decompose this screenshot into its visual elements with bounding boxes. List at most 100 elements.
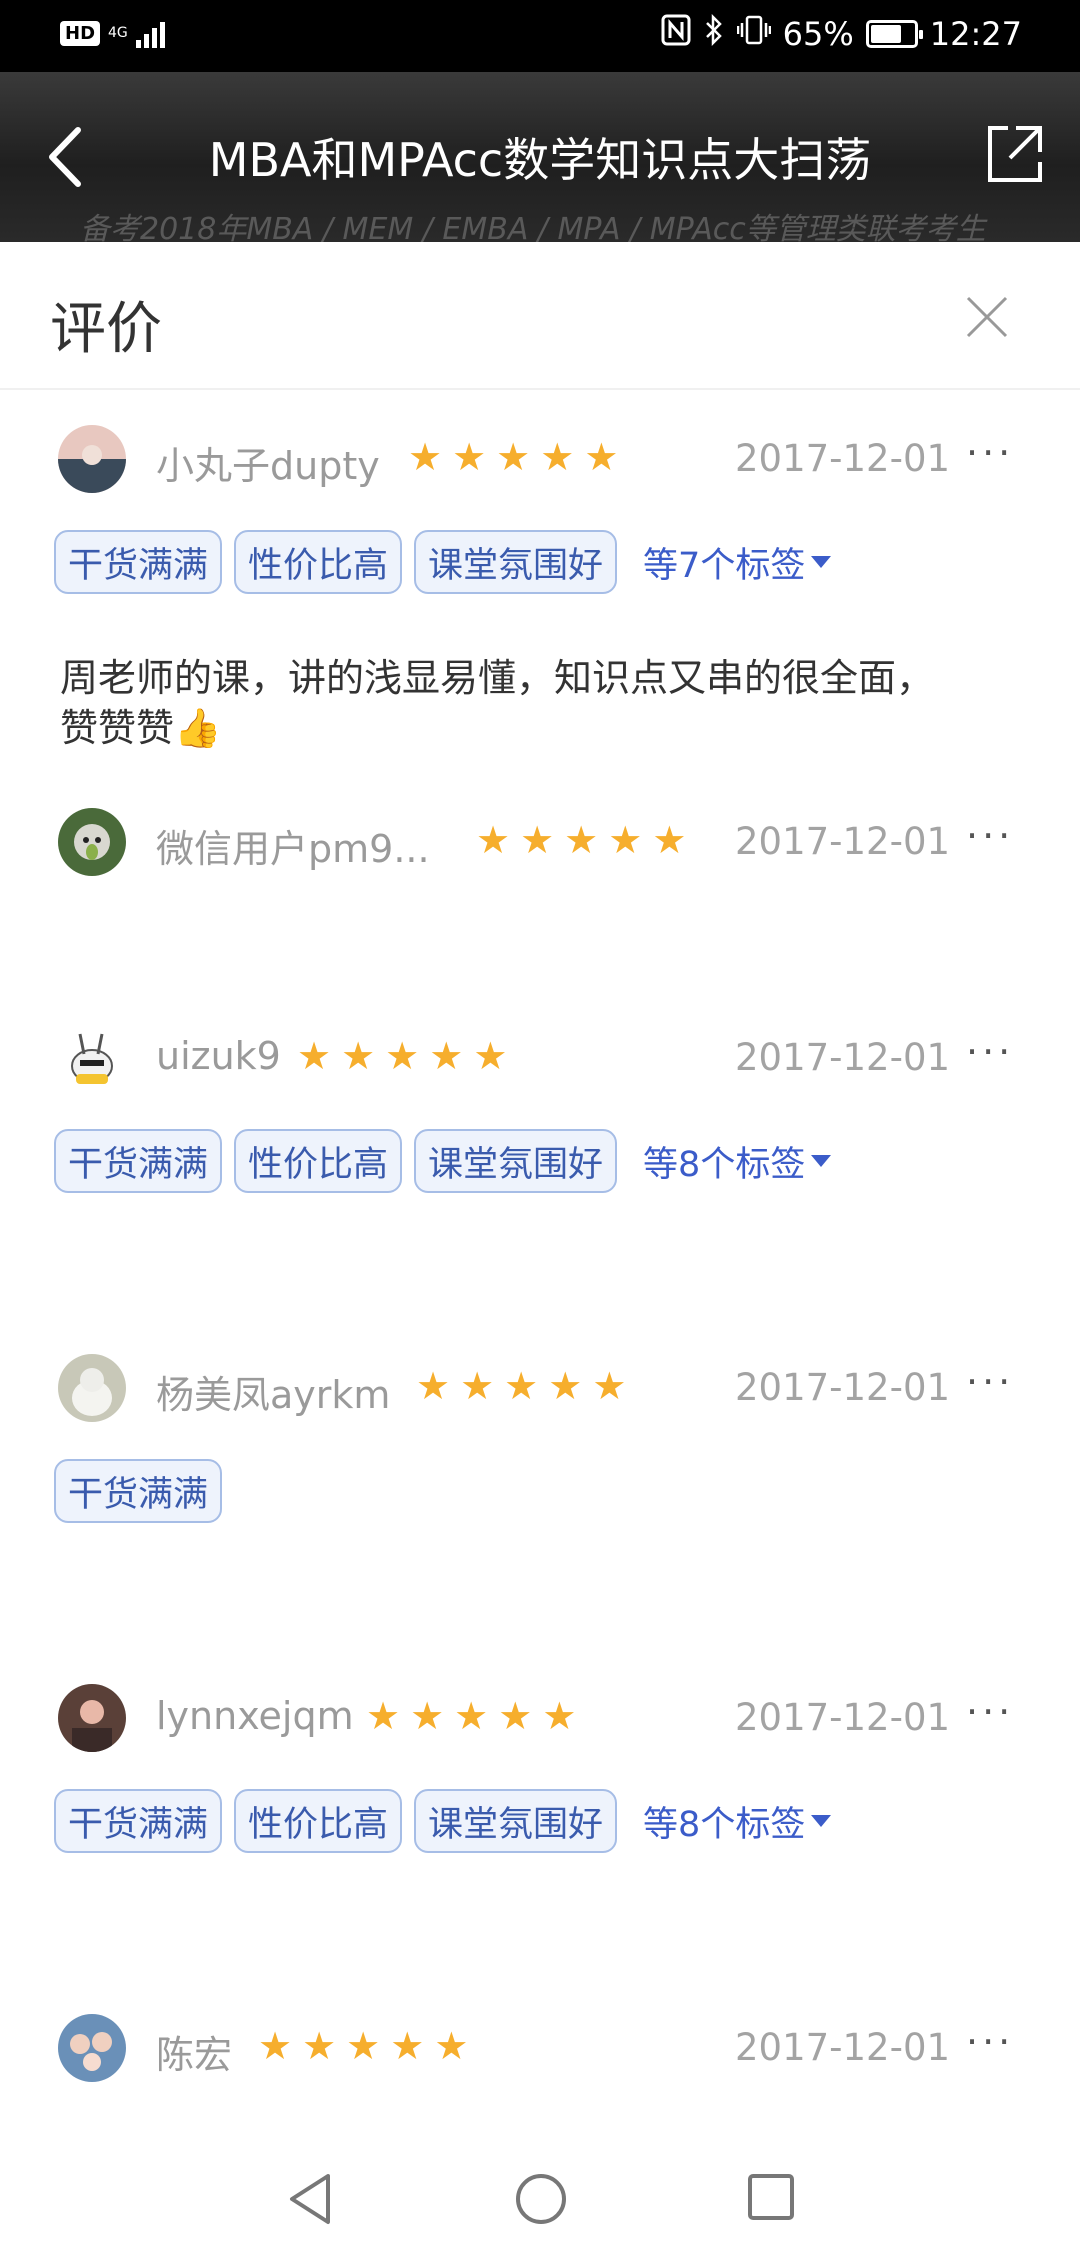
star-icon: ★ [584,435,619,479]
more-options-button[interactable]: ··· [966,1360,1014,1404]
tag: 课堂氛围好 [414,1129,618,1193]
nav-home-button[interactable] [514,2172,568,2230]
expand-tags-label: 等8个标签 [643,1144,806,1185]
review-date: 2017-12-01 [735,1366,951,1409]
tag: 干货满满 [54,1129,223,1193]
avatar[interactable] [58,425,126,493]
nav-back-button[interactable] [286,2172,336,2230]
avatar[interactable] [58,2014,126,2082]
caret-down-icon [811,1815,832,1827]
star-icon: ★ [416,1364,451,1408]
rating-stars: ★ ★ ★ ★ ★ [416,1366,626,1406]
status-bar: HD 4G 65% 12:27 [0,0,1080,72]
tag: 性价比高 [234,1789,403,1853]
star-icon: ★ [473,1034,508,1078]
star-icon: ★ [498,1694,533,1738]
rating-stars: ★ ★ ★ ★ ★ [297,1036,507,1076]
course-header: 备考2018年MBA / MEM / EMBA / MPA / MPAcc等管理… [0,72,1080,242]
review-date: 2017-12-01 [735,2026,951,2069]
more-options-button[interactable]: ··· [966,431,1014,475]
nfc-icon [661,14,691,54]
star-icon: ★ [540,435,575,479]
tag: 干货满满 [54,530,223,594]
star-icon: ★ [460,1364,495,1408]
tag-row: 干货满满 [54,1459,223,1523]
bluetooth-icon [703,13,725,54]
star-icon: ★ [429,1034,464,1078]
sheet-header: 评价 [0,242,1080,390]
sheet-title: 评价 [50,297,162,362]
tag-row: 干货满满 性价比高 课堂氛围好 等7个标签 [54,530,832,594]
tag: 性价比高 [234,1129,403,1193]
username: 杨美凤ayrkm [156,1373,391,1417]
star-icon: ★ [608,818,643,862]
star-icon: ★ [390,2024,425,2068]
tag: 干货满满 [54,1459,223,1523]
star-icon: ★ [454,1694,489,1738]
avatar[interactable] [58,1354,126,1422]
star-icon: ★ [548,1364,583,1408]
rating-stars: ★ ★ ★ ★ ★ [366,1696,576,1736]
star-icon: ★ [408,435,443,479]
star-icon: ★ [496,435,531,479]
expand-tags-button[interactable]: 等7个标签 [643,537,832,588]
square-recents-icon [748,2174,794,2220]
vibrate-icon [736,14,771,54]
username: 陈宏 [156,2033,233,2077]
username: 小丸子dupty [156,444,380,488]
rating-stars: ★ ★ ★ ★ ★ [258,2026,468,2066]
caret-down-icon [811,556,832,568]
username: lynnxejqm [156,1694,354,1738]
page-title: MBA和MPAcc数学知识点大扫荡 [208,133,872,187]
star-icon: ★ [346,2024,381,2068]
share-button[interactable] [982,122,1046,186]
tag: 课堂氛围好 [414,1789,618,1853]
star-icon: ★ [258,2024,293,2068]
expand-tags-label: 等7个标签 [643,545,806,586]
triangle-back-icon [290,2174,330,2224]
avatar[interactable] [58,1684,126,1752]
star-icon: ★ [542,1694,577,1738]
signal-icon [135,18,165,48]
close-button[interactable] [962,292,1012,342]
expand-tags-label: 等8个标签 [643,1804,806,1845]
star-icon: ★ [302,2024,337,2068]
hd-badge: HD [60,20,101,46]
more-options-button[interactable]: ··· [966,2020,1014,2064]
circle-home-icon [516,2174,566,2224]
star-icon: ★ [341,1034,376,1078]
more-options-button[interactable]: ··· [966,1030,1014,1074]
review-comment: 周老师的课，讲的浅显易懂，知识点又串的很全面，赞赞赞👍 [60,656,935,750]
review-date: 2017-12-01 [735,1036,951,1079]
caret-down-icon [811,1155,832,1167]
avatar[interactable] [58,808,126,876]
system-nav-bar [0,2152,1080,2244]
header-background-text: 备考2018年MBA / MEM / EMBA / MPA / MPAcc等管理… [80,212,986,242]
review-date: 2017-12-01 [735,437,951,480]
review-date: 2017-12-01 [735,1696,951,1739]
tag-row: 干货满满 性价比高 课堂氛围好 等8个标签 [54,1129,832,1193]
avatar[interactable] [58,1024,126,1092]
more-options-button[interactable]: ··· [966,1690,1014,1734]
battery-percent: 65% [782,15,854,53]
nav-recents-button[interactable] [746,2172,796,2226]
username: 微信用户pm9... [156,827,430,871]
expand-tags-button[interactable]: 等8个标签 [643,1796,832,1847]
star-icon: ★ [385,1034,420,1078]
star-icon: ★ [410,1694,445,1738]
star-icon: ★ [520,818,555,862]
username: uizuk9 [156,1034,281,1078]
star-icon: ★ [652,818,687,862]
more-options-button[interactable]: ··· [966,814,1014,858]
tag: 性价比高 [234,530,403,594]
star-icon: ★ [504,1364,539,1408]
rating-stars: ★ ★ ★ ★ ★ [476,820,686,860]
expand-tags-button[interactable]: 等8个标签 [643,1136,832,1187]
star-icon: ★ [297,1034,332,1078]
star-icon: ★ [434,2024,469,2068]
review-sheet: 评价 小丸子dupty ★ ★ ★ ★ ★ 2017-12-01 ··· 干货满满 性价… [0,242,1080,2152]
review-date: 2017-12-01 [735,820,951,863]
star-icon: ★ [366,1694,401,1738]
share-icon [988,126,1042,182]
star-icon: ★ [564,818,599,862]
